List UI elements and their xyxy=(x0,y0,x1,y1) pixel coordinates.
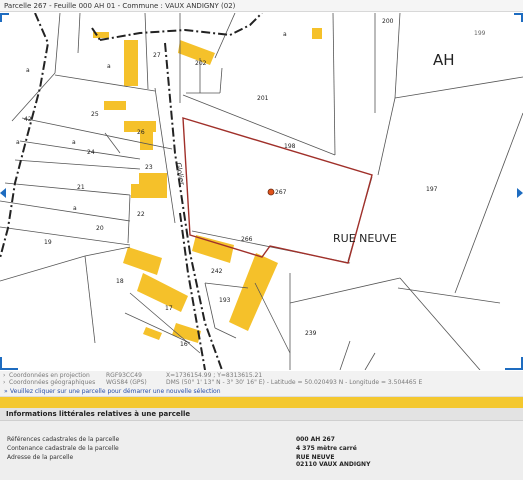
parcel-label-266: 266 xyxy=(241,236,253,243)
corner-mark-icon xyxy=(0,357,2,370)
parcel-label-16: 16 xyxy=(180,341,188,348)
parcel-label-25: 25 xyxy=(91,111,99,118)
parcel-label-17: 17 xyxy=(165,305,173,312)
parcel-label-242: 242 xyxy=(211,268,223,275)
parcel-label-200: 200 xyxy=(382,18,394,25)
parcel-label-202: 202 xyxy=(195,60,207,67)
parcel-label-23: 23 xyxy=(145,164,153,171)
corner-mark-icon xyxy=(0,13,2,22)
parcel-label-239: 239 xyxy=(305,330,317,337)
parcel-label-20: 20 xyxy=(96,225,104,232)
parcel-label-21: 21 xyxy=(77,184,85,191)
info-panel-title: Informations littérales relatives à une … xyxy=(0,408,523,421)
coordinates-bar: › Coordonnées en projection RGF93CC49 X=… xyxy=(0,371,523,387)
selection-hint: Veuillez cliquer sur une parcelle pour d… xyxy=(10,388,221,395)
geo-system: WGS84 (GPS) xyxy=(106,379,147,386)
parcel-label-193: 193 xyxy=(219,297,231,304)
parcel-label-198: 198 xyxy=(284,143,296,150)
parcel-label-197: 197 xyxy=(426,186,438,193)
lieudit-label: a xyxy=(26,67,30,74)
projection-label: Coordonnées en projection xyxy=(9,372,90,379)
pan-right-icon[interactable] xyxy=(517,188,523,198)
street-label: RUE NEUVE xyxy=(333,232,397,245)
parcel-label-26: 26 xyxy=(137,129,145,136)
building xyxy=(124,40,138,86)
projection-value: X=1736154.99 ; Y=8313615.21 xyxy=(166,372,263,379)
parcel-label-267: 267 xyxy=(275,189,287,196)
parcel-info-panel: Informations littérales relatives à une … xyxy=(0,408,523,480)
projection-system: RGF93CC49 xyxy=(106,372,142,379)
parcel-label-27: 27 xyxy=(153,52,161,59)
lieudit-label: a xyxy=(107,63,111,70)
cadastral-map[interactable]: AH RUE NEUVE Glolier 267 200 199 27 202 … xyxy=(0,13,523,370)
info-label-address: Adresse de la parcelle xyxy=(7,454,74,461)
road-label: Glolier xyxy=(174,162,186,186)
parcel-label-19: 19 xyxy=(44,239,52,246)
map-canvas[interactable]: AH RUE NEUVE Glolier 267 200 199 27 202 … xyxy=(0,13,523,370)
building xyxy=(104,101,126,110)
info-value-address-city: 02110 VAUX ANDIGNY xyxy=(296,461,371,468)
lieudit-label: a xyxy=(283,31,287,38)
parcel-label-24: 24 xyxy=(87,149,95,156)
lieudit-label: a xyxy=(73,205,77,212)
parcel-label-199: 199 xyxy=(474,30,486,37)
window-title: Parcelle 267 - Feuille 000 AH 01 - Commu… xyxy=(0,0,523,12)
building xyxy=(137,273,188,312)
info-label-area: Contenance cadastrale de la parcelle xyxy=(7,445,119,452)
selection-hint-bar: » Veuillez cliquer sur une parcelle pour… xyxy=(0,387,523,397)
corner-mark-icon xyxy=(0,368,18,370)
parcel-label-201: 201 xyxy=(257,95,269,102)
building xyxy=(139,173,167,185)
parcel-label-22: 22 xyxy=(137,211,145,218)
bullet-icon: › xyxy=(3,379,6,386)
geo-value: DMS (50° 1' 13" N - 3° 30' 16" E) - Lati… xyxy=(166,379,423,386)
lieudit-label: a xyxy=(72,139,76,146)
geo-row: › Coordonnées géographiques WGS84 (GPS) … xyxy=(0,379,523,386)
building xyxy=(192,235,234,263)
pan-left-icon[interactable] xyxy=(0,188,6,198)
hint-arrow-icon: » xyxy=(4,388,8,395)
lieudit-label: a xyxy=(16,139,20,146)
info-value-area: 4 375 mètre carré xyxy=(296,445,357,452)
parcel-label-42: 42 xyxy=(24,116,32,123)
geo-label: Coordonnées géographiques xyxy=(9,379,96,386)
section-label: AH xyxy=(433,51,455,69)
building xyxy=(229,253,278,331)
parcel-label-18: 18 xyxy=(116,278,124,285)
building xyxy=(131,184,167,198)
bullet-icon: › xyxy=(3,372,6,379)
building xyxy=(312,28,322,39)
building xyxy=(123,247,162,275)
info-value-reference: 000 AH 267 xyxy=(296,436,335,443)
projection-row: › Coordonnées en projection RGF93CC49 X=… xyxy=(0,372,523,379)
selected-parcel-marker xyxy=(267,188,275,196)
separator-bar xyxy=(0,397,523,408)
info-label-reference: Références cadastrales de la parcelle xyxy=(7,436,120,443)
